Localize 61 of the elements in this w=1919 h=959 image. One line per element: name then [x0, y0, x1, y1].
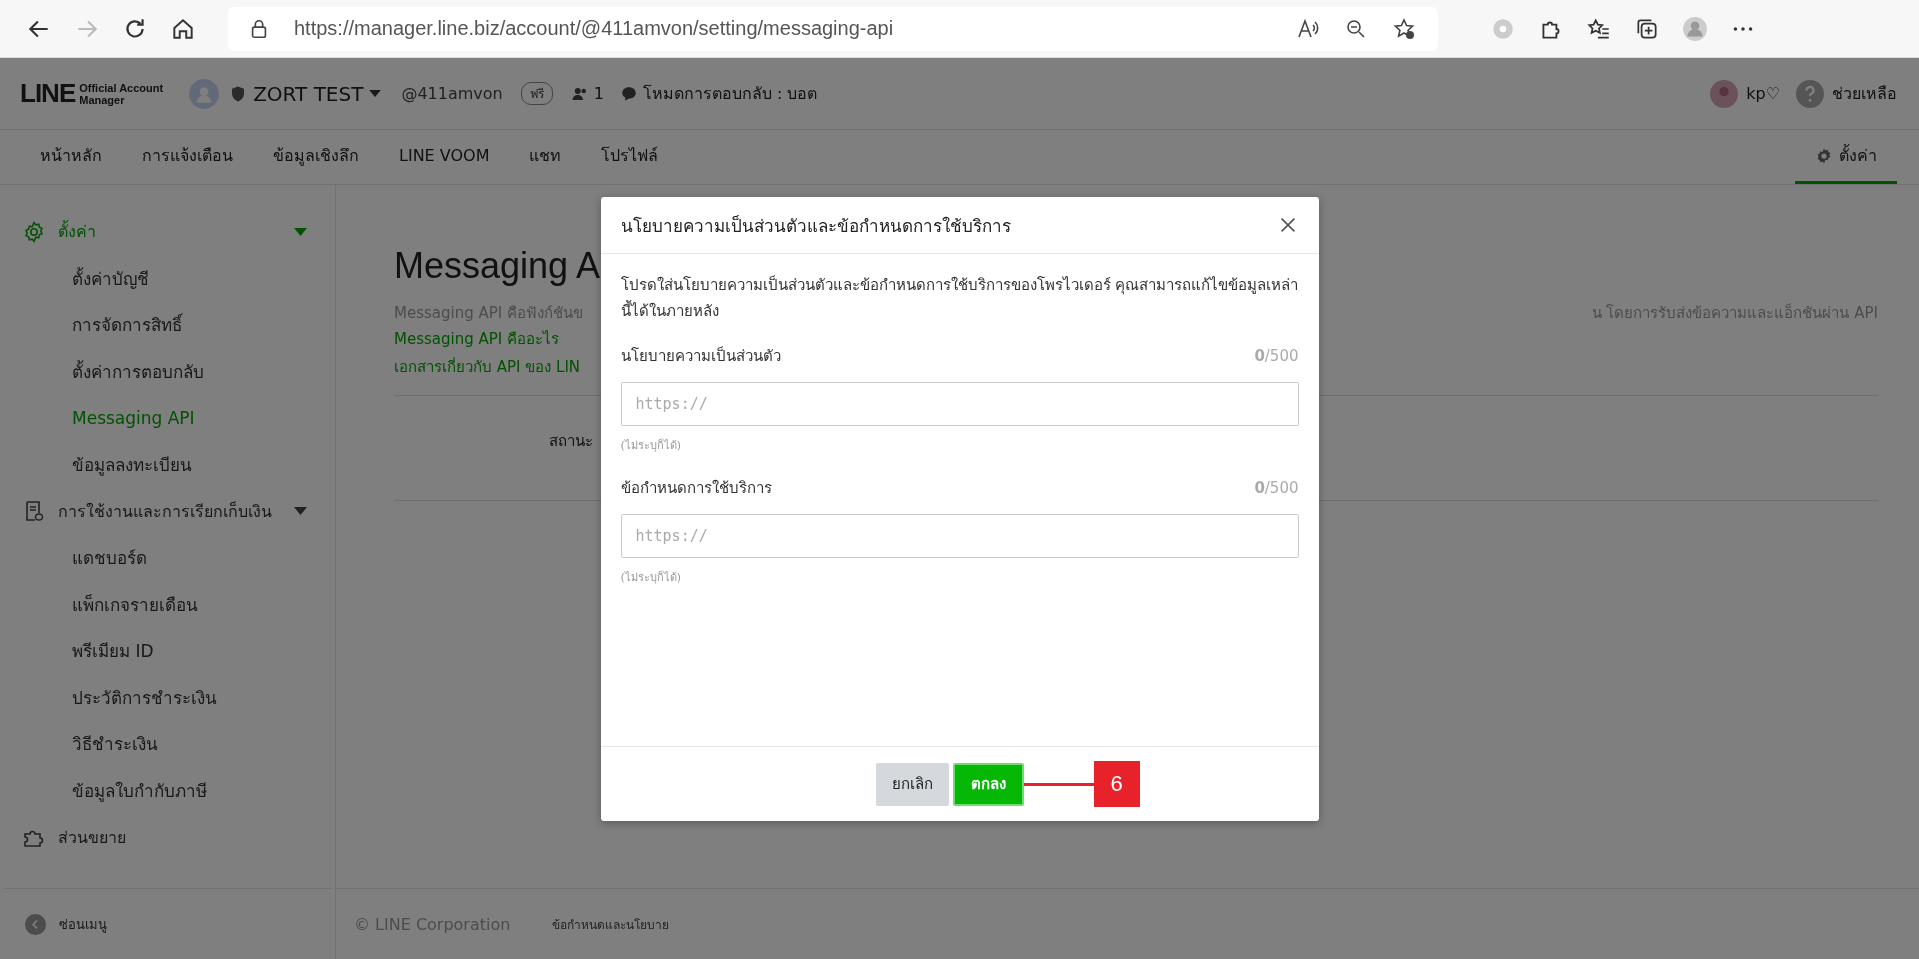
favorite-add-icon[interactable]: [1392, 16, 1416, 41]
sidebar-item[interactable]: ข้อมูลลงทะเบียน: [0, 441, 335, 488]
sidebar-section[interactable]: ตั้งค่า: [0, 208, 335, 255]
leader-line: [1023, 783, 1094, 786]
settings-tab[interactable]: ตั้งค่า: [1795, 130, 1897, 184]
field-label: ข้อกำหนดการใช้บริการ: [620, 478, 772, 499]
sidebar-item[interactable]: Messaging API: [0, 394, 335, 441]
ok-button[interactable]: ตกลง: [952, 762, 1024, 806]
response-mode[interactable]: โหมดการตอบกลับ : บอต: [642, 81, 818, 106]
caret-icon[interactable]: [294, 507, 307, 515]
nav-tab[interactable]: โปรไฟล์: [581, 130, 679, 184]
character-count: 0/500: [1254, 479, 1299, 497]
gear-icon: [1815, 146, 1833, 165]
dialog-title: นโยบายความเป็นส่วนตัวและข้อกำหนดการใช้บริการ: [620, 214, 1011, 238]
sidebar-section[interactable]: ส่วนขยาย: [0, 813, 335, 861]
url-text: https://manager.line.biz/account/@411amvon/setting/messaging-api: [294, 17, 894, 40]
sidebar-section[interactable]: การใช้งานและการเรียกเก็บเงิน: [0, 487, 335, 535]
cancel-button[interactable]: ยกเลิก: [875, 762, 949, 806]
user-avatar-icon[interactable]: [1710, 79, 1739, 108]
sidebar-item[interactable]: ตั้งค่าการตอบกลับ: [0, 348, 335, 395]
optional-hint: (ไม่ระบุก็ได้): [620, 437, 683, 454]
sidebar-item[interactable]: ข้อมูลใบกำกับภาษี: [0, 767, 335, 814]
page-title: Messaging A: [394, 245, 601, 287]
sidebar-item[interactable]: พรีเมียม ID: [0, 627, 335, 674]
gear-icon: [22, 219, 46, 244]
url-input-field[interactable]: https://: [620, 382, 1299, 426]
profile-avatar-icon[interactable]: [1682, 15, 1708, 42]
nav-tab[interactable]: แชท: [509, 130, 582, 184]
sidebar-item[interactable]: ประวัติการชำระเงิน: [0, 674, 335, 721]
url-input-field[interactable]: https://: [620, 514, 1299, 558]
logo-wordmark: LINE: [20, 78, 76, 109]
nav-tab[interactable]: การแจ้งเตือน: [122, 130, 253, 184]
terms-link[interactable]: ข้อกำหนดและนโยบาย: [552, 914, 670, 934]
optional-hint: (ไม่ระบุก็ได้): [620, 569, 683, 586]
account-name[interactable]: ZORT TEST: [253, 81, 364, 106]
sidebar-item[interactable]: แพ็กเกจรายเดือน: [0, 581, 335, 628]
account-id: @411amvon: [401, 84, 503, 103]
character-count: 0/500: [1254, 347, 1299, 365]
account-avatar-icon: [189, 78, 220, 109]
logo-subtitle: Official Account Manager: [79, 81, 164, 106]
sidebar-item[interactable]: การจัดการสิทธิ์: [0, 301, 335, 348]
chat-bubble-icon: [619, 84, 638, 103]
field-label: นโยบายความเป็นส่วนตัว: [620, 345, 781, 367]
caret-icon[interactable]: [369, 90, 382, 97]
status-label: สถานะ: [549, 431, 593, 452]
sidebar-item[interactable]: วิธีชำระเงิน: [0, 720, 335, 767]
user-name[interactable]: kp♡: [1746, 84, 1780, 103]
help-link[interactable]: ช่วยเหลือ: [1832, 81, 1897, 106]
member-count: 1: [593, 84, 604, 103]
plan-badge: ฟรี: [520, 82, 553, 105]
sidebar-item[interactable]: ตั้งค่าบัญชี: [0, 255, 335, 302]
step-number-badge: 6: [1093, 760, 1140, 807]
address-bar[interactable]: https://manager.line.biz/account/@411amvon/setting/messaging-api: [228, 6, 1438, 51]
help-link[interactable]: เอกสารเกี่ยวกับ API ของ LIN: [394, 353, 581, 381]
dialog-description: โปรดใส่นโยบายความเป็นส่วนตัวและข้อกำหนดการใช้บริการของโพรไวเดอร์ คุณสามารถแก้ไขข้อมูลเหล่านี้ได้ในภายหลัง: [620, 274, 1299, 322]
nav-tab[interactable]: ข้อมูลเชิงลึก: [253, 130, 379, 184]
sidebar-item[interactable]: แดชบอร์ด: [0, 534, 335, 581]
nav-tab[interactable]: หน้าหลัก: [20, 130, 122, 184]
nav-tab[interactable]: LINE VOOM: [379, 130, 510, 184]
help-link[interactable]: Messaging API คืออะไร: [394, 325, 559, 353]
collapse-menu-link[interactable]: ซ่อนเมนู: [59, 913, 107, 935]
